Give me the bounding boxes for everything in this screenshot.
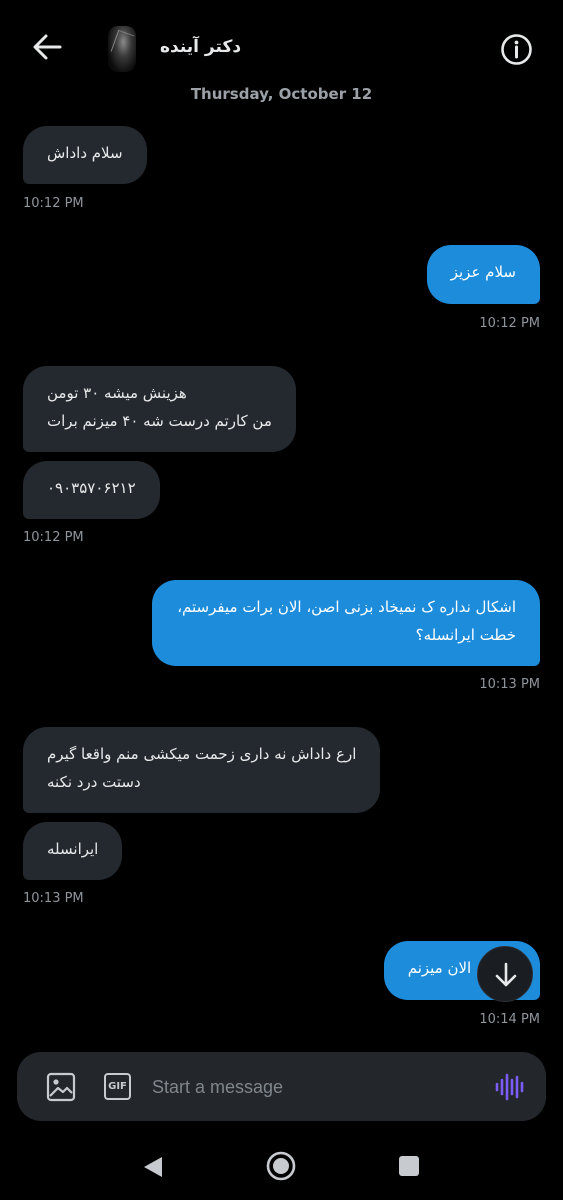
triangle-back-icon[interactable] — [140, 1154, 166, 1180]
message-text: هزینش میشه ۳۰ تومن — [47, 384, 187, 402]
arrow-left-icon[interactable] — [30, 30, 64, 64]
scroll-to-bottom-button[interactable] — [477, 946, 533, 1002]
conversation-header: دکتر آینده — [0, 0, 563, 80]
message-composer: GIF — [17, 1052, 546, 1121]
message-timestamp: 10:12 PM — [479, 316, 540, 331]
message-bubble-incoming[interactable]: هزینش میشه ۳۰ تومن من کارتم درست شه ۴۰ م… — [23, 366, 296, 452]
message-text: من کارتم درست شه ۴۰ میزنم برات — [47, 412, 272, 430]
message-text: ۰۹۰۳۵۷۰۶۲۱۲ — [47, 479, 136, 497]
date-separator: Thursday, October 12 — [190, 85, 373, 103]
message-bubble-incoming[interactable]: ۰۹۰۳۵۷۰۶۲۱۲ — [23, 461, 160, 519]
gif-icon[interactable]: GIF — [104, 1073, 131, 1100]
message-bubble-incoming[interactable]: سلام داداش — [23, 126, 147, 184]
avatar[interactable] — [108, 26, 136, 72]
image-icon[interactable] — [45, 1071, 77, 1103]
message-timestamp: 10:14 PM — [479, 1012, 540, 1027]
info-icon[interactable] — [500, 33, 533, 66]
message-text: ایرانسله — [47, 840, 99, 858]
system-navigation-bar — [0, 1130, 563, 1200]
message-timestamp: 10:12 PM — [23, 530, 84, 545]
message-timestamp: 10:12 PM — [23, 196, 84, 211]
message-text: ارع داداش نه داری زحمت میکشی منم واقعا گ… — [47, 745, 357, 763]
message-input[interactable] — [152, 1071, 482, 1103]
message-bubble-outgoing[interactable]: سلام عزیز — [426, 245, 540, 304]
arrow-down-icon — [495, 962, 517, 987]
message-bubble-outgoing[interactable]: اشکال نداره ک نمیخاد بزنی اصن، الان برات… — [152, 580, 540, 666]
message-text: خطت ایرانسله؟ — [415, 626, 516, 644]
message-bubble-incoming[interactable]: ایرانسله — [23, 822, 123, 880]
message-text: سلام داداش — [47, 144, 123, 162]
voice-waveform-icon[interactable] — [493, 1071, 525, 1103]
conversation-title[interactable]: دکتر آینده — [160, 37, 241, 57]
message-text: سلام عزیز — [450, 263, 516, 281]
message-text: اشکال نداره ک نمیخاد بزنی اصن، الان برات… — [177, 598, 516, 616]
message-text: دستت درد نکنه — [47, 773, 141, 791]
message-bubble-incoming[interactable]: ارع داداش نه داری زحمت میکشی منم واقعا گ… — [23, 727, 381, 813]
message-timestamp: 10:13 PM — [479, 677, 540, 692]
square-recents-icon[interactable] — [397, 1154, 421, 1178]
circle-home-icon[interactable] — [265, 1150, 297, 1182]
message-timestamp: 10:13 PM — [23, 891, 84, 906]
